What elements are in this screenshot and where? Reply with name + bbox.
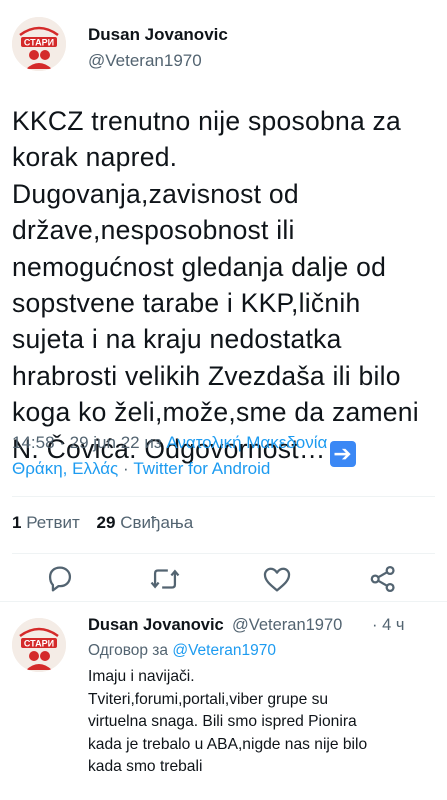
tweet-actions	[0, 560, 447, 596]
right-arrow-icon[interactable]: ➔	[329, 440, 356, 467]
tweet-timestamp[interactable]: 14:58 · 29 jun 22 из	[12, 433, 166, 452]
tweet-stats: 1 Ретвит 29 Свиђања	[12, 513, 205, 533]
tweet-text-line: sujeta i na kraju nedostatka	[12, 324, 342, 355]
like-label[interactable]: Свиђања	[120, 513, 193, 532]
meta-separator: ·	[118, 459, 134, 478]
tweet-text-line: Dugovanja,zavisnost od	[12, 178, 299, 209]
tweet-meta-line2: Θράκη, Ελλάς · Twitter for Android	[12, 456, 327, 482]
share-button[interactable]	[366, 562, 400, 596]
tweet-source-link[interactable]: Twitter for Android	[133, 459, 270, 478]
like-button[interactable]	[260, 562, 294, 596]
main-tweet: СТАРИ Dusan Jovanovic @Veteran1970 KKCZ …	[0, 0, 447, 602]
tweet-text-line: korak napred.	[12, 142, 178, 173]
avatar-text: СТАРИ	[24, 38, 54, 48]
share-icon	[370, 565, 395, 593]
tweet-location-link-cont[interactable]: Θράκη, Ελλάς	[12, 459, 118, 478]
tweet-text-line: sopstvene tarabe i KKP,ličnih	[12, 288, 361, 319]
reply-text: Imaju i navijači. Tviteri,forumi,portali…	[88, 666, 433, 779]
divider	[12, 496, 435, 497]
reply-text-line: kada smo trebali	[88, 758, 203, 775]
avatar-logo-icon: СТАРИ	[12, 17, 66, 71]
reply-text-line: Imaju i navijači.	[88, 668, 195, 685]
avatar-text: СТАРИ	[24, 639, 54, 649]
reply-icon	[48, 566, 72, 592]
tweet-meta: 14:58 · 29 jun 22 из Ανατολική Μακεδονία…	[12, 430, 327, 482]
tweet-text-line: KKCZ trenutno nije sposobna za	[12, 106, 402, 136]
retweet-button[interactable]	[148, 562, 182, 596]
reply-author-handle[interactable]: @Veteran1970	[232, 616, 342, 635]
reply-author-avatar[interactable]: СТАРИ	[12, 618, 66, 672]
retweet-label[interactable]: Ретвит	[26, 513, 80, 532]
reply-time[interactable]: · 4 ч	[372, 616, 404, 635]
retweet-icon	[150, 569, 180, 589]
replying-to: Одговор за @Veteran1970	[88, 642, 276, 660]
reply-tweet[interactable]: СТАРИ Dusan Jovanovic @Veteran1970 · 4 ч…	[0, 602, 447, 800]
like-icon	[263, 567, 291, 592]
author-avatar[interactable]: СТАРИ	[12, 17, 66, 71]
reply-button[interactable]	[43, 562, 77, 596]
tweet-text-line: nemogućnost gledanja dalje od	[12, 251, 387, 282]
author-handle[interactable]: @Veteran1970	[88, 51, 202, 71]
replying-to-handle[interactable]: @Veteran1970	[172, 642, 276, 659]
reply-text-line: kada je trebalo u ABA,nigde nas nije bil…	[88, 735, 368, 753]
tweet-meta-line1: 14:58 · 29 jun 22 из Ανατολική Μακεδονία	[12, 430, 327, 456]
avatar-logo-icon: СТАРИ	[12, 618, 66, 672]
divider	[12, 553, 435, 554]
tweet-location-link[interactable]: Ανατολική Μακεδονία	[166, 433, 327, 452]
reply-author-name[interactable]: Dusan Jovanovic	[88, 616, 224, 635]
retweet-count[interactable]: 1	[12, 513, 21, 532]
tweet-text-line: hrabrosti velikih Zvezdaša ili bilo	[12, 360, 401, 391]
reply-text-line: virtuelna snaga. Bili smo ispred Pionira	[88, 713, 357, 730]
replying-to-label: Одговор за	[88, 642, 173, 659]
tweet-text-line: države,nesposobnost ili	[12, 215, 295, 246]
like-count[interactable]: 29	[97, 513, 116, 532]
tweet-text-line: koga ko želi,može,sme da zameni	[12, 397, 419, 428]
reply-text-line: Tviteri,forumi,portali,viber grupe su	[88, 690, 329, 708]
tweet-text: KKCZ trenutno nije sposobna za korak nap…	[12, 103, 437, 467]
author-name[interactable]: Dusan Jovanovic	[88, 25, 228, 45]
